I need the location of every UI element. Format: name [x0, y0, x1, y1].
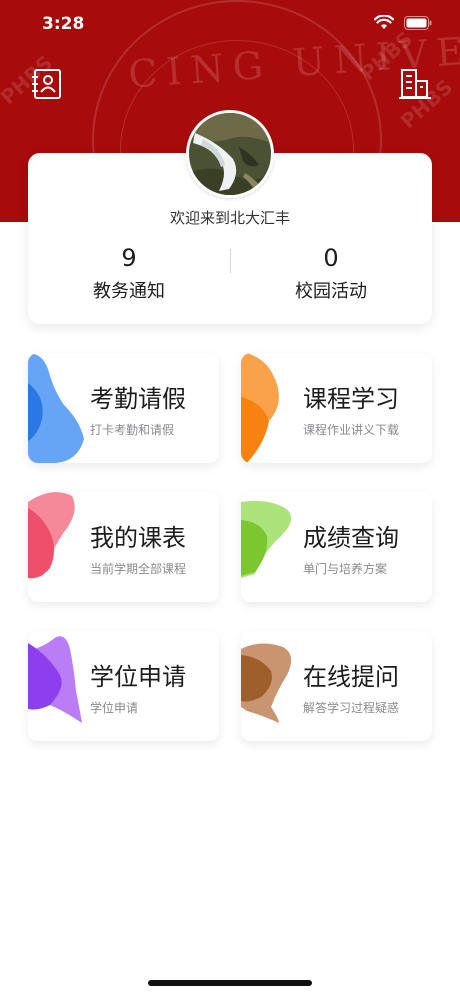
- contacts-book-icon[interactable]: [30, 67, 64, 101]
- tile-my-timetable[interactable]: 我的课表 当前学期全部课程: [28, 492, 219, 602]
- tile-subtitle: 单门与培养方案: [303, 562, 388, 576]
- tile-subtitle: 学位申请: [90, 701, 139, 715]
- tile-attendance-leave[interactable]: 考勤请假 打卡考勤和请假: [28, 353, 219, 463]
- welcome-text: 欢迎来到北大汇丰: [169, 209, 290, 227]
- avatar-waterfall-image: [189, 113, 271, 195]
- tile-subtitle: 打卡考勤和请假: [90, 423, 175, 437]
- tile-degree-application[interactable]: 学位申请 学位申请: [28, 631, 219, 741]
- tile-title: 成绩查询: [303, 524, 399, 552]
- tile-course-study[interactable]: 课程学习 课程作业讲义下载: [241, 353, 432, 463]
- tile-title: 在线提问: [303, 663, 399, 691]
- tile-online-questions[interactable]: 在线提问 解答学习过程疑惑: [241, 631, 432, 741]
- tile-subtitle: 解答学习过程疑惑: [303, 701, 400, 715]
- stat-academic-notices[interactable]: 9 教务通知: [28, 241, 230, 303]
- status-time: 3:28: [42, 14, 85, 34]
- wifi-icon: [374, 15, 394, 29]
- status-icons: [374, 15, 432, 30]
- stat-value: 0: [323, 244, 339, 272]
- building-icon[interactable]: [398, 67, 432, 101]
- stat-label: 校园活动: [295, 281, 367, 302]
- tile-title: 学位申请: [90, 663, 186, 691]
- tile-subtitle: 当前学期全部课程: [90, 562, 187, 576]
- stat-campus-activities[interactable]: 0 校园活动: [230, 241, 432, 303]
- tile-title: 我的课表: [90, 524, 186, 552]
- avatar[interactable]: [186, 110, 274, 198]
- tile-title: 课程学习: [303, 385, 399, 413]
- stat-value: 9: [121, 244, 137, 272]
- home-indicator[interactable]: [148, 980, 312, 986]
- tile-subtitle: 课程作业讲义下载: [303, 423, 400, 437]
- stat-label: 教务通知: [93, 281, 165, 302]
- tile-grade-query[interactable]: 成绩查询 单门与培养方案: [241, 492, 432, 602]
- battery-icon: [404, 15, 432, 30]
- tile-title: 考勤请假: [90, 385, 186, 413]
